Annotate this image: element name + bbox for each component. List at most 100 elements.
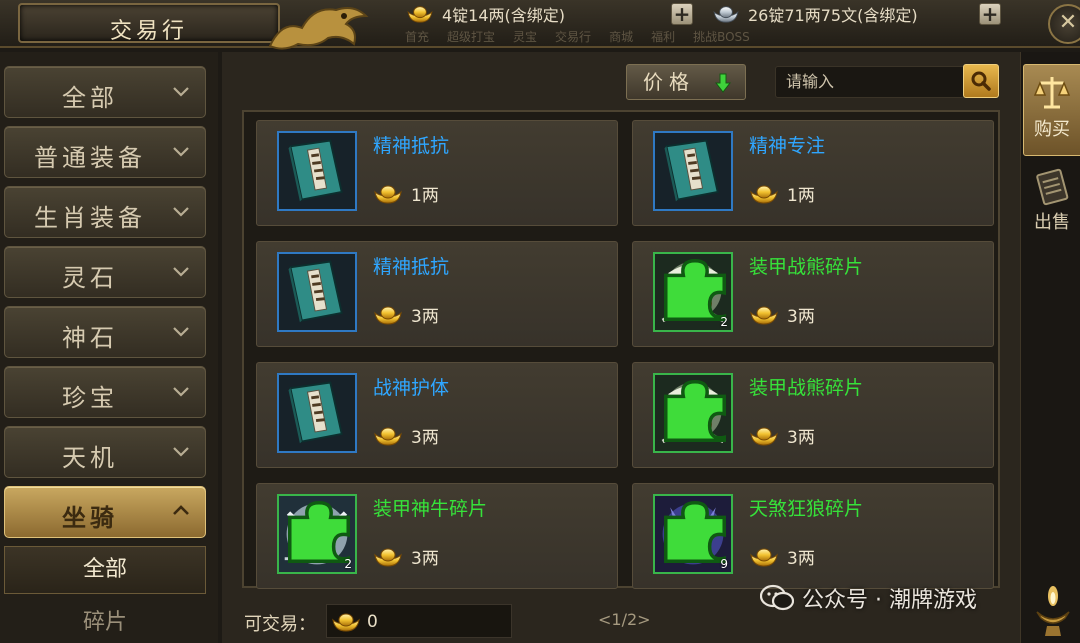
category-label: 坐骑 [62, 504, 118, 532]
item-name: 精神抵抗 [373, 256, 450, 278]
chevron-down-icon [169, 379, 193, 403]
background-nav-item: 首充 [405, 30, 430, 44]
item-card[interactable]: 装甲战熊碎片 3两 [632, 362, 994, 468]
item-icon-frame [277, 252, 357, 332]
background-nav-item: 超级打宝 [447, 30, 496, 44]
gold-ingot-icon [749, 183, 779, 205]
book-icon [279, 133, 355, 209]
search-input[interactable]: 请输入 [775, 66, 965, 98]
item-card[interactable]: 2 装甲战熊碎片 3两 [632, 241, 994, 347]
item-card[interactable]: 精神抵抗 1两 [256, 120, 618, 226]
item-price-value: 1两 [411, 186, 439, 206]
item-price-value: 3两 [787, 549, 815, 569]
item-name: 装甲战熊碎片 [749, 256, 864, 278]
item-icon-frame [277, 373, 357, 453]
gold-ingot-icon [331, 611, 361, 633]
item-name: 装甲战熊碎片 [749, 377, 864, 399]
item-icon-frame: 2 [653, 252, 733, 332]
chevron-down-icon [169, 439, 193, 463]
item-card[interactable]: 战神护体 3两 [256, 362, 618, 468]
dragon-ornament-icon [268, 7, 369, 50]
subcategory-all[interactable]: 全部 [4, 546, 206, 594]
item-card[interactable]: 精神专注 1两 [632, 120, 994, 226]
gold-ingot-icon [373, 183, 403, 205]
subcategory-fragment[interactable]: 碎片 [4, 600, 206, 643]
book-icon [279, 375, 355, 451]
background-nav-item: 交易行 [555, 30, 592, 44]
category-divine-stone[interactable]: 神石 [4, 306, 206, 358]
silver-balance-text: 26锭71两75文(含绑定) [748, 6, 918, 25]
gold-ingot-icon [749, 425, 779, 447]
gold-balance: 4锭14两(含绑定) [406, 2, 565, 26]
top-bar: 交易行 4锭14两(含绑定) + 26锭71两75文(含绑定) + 首充 超级打… [0, 0, 1080, 50]
market-main: 价格 请输入 精神抵抗 1两 精神专注 1两 精神抵抗 3两 2 装甲战熊碎片 … [222, 52, 1020, 643]
title-plate: 交易行 [18, 3, 280, 44]
page-title: 交易行 [109, 19, 188, 44]
item-price: 3两 [749, 302, 815, 327]
add-gold-button[interactable]: + [671, 3, 693, 25]
item-count: 2 [720, 315, 728, 329]
book-icon [279, 254, 355, 330]
item-price: 3两 [749, 423, 815, 448]
close-button[interactable]: ✕ [1048, 4, 1080, 44]
category-all[interactable]: 全部 [4, 66, 206, 118]
category-normal-equipment[interactable]: 普通装备 [4, 126, 206, 178]
category-mount[interactable]: 坐骑 [4, 486, 206, 538]
scales-icon [1033, 77, 1071, 109]
gold-ingot-icon [406, 4, 434, 24]
item-price-value: 3两 [787, 428, 815, 448]
category-spirit-stone[interactable]: 灵石 [4, 246, 206, 298]
category-heavenly-secret[interactable]: 天机 [4, 426, 206, 478]
gold-ingot-icon [749, 304, 779, 326]
tradeable-box: 0 [326, 604, 512, 638]
item-price-value: 1两 [787, 186, 815, 206]
gold-ingot-icon [749, 546, 779, 568]
chevron-down-icon [169, 319, 193, 343]
item-card[interactable]: 2 装甲神牛碎片 3两 [256, 483, 618, 589]
wechat-icon [760, 584, 794, 611]
gold-ingot-icon [373, 546, 403, 568]
item-price: 3两 [373, 423, 439, 448]
background-nav-item: 灵宝 [513, 30, 538, 44]
item-price: 1两 [749, 181, 815, 206]
chevron-up-icon [169, 499, 193, 523]
add-silver-button[interactable]: + [979, 3, 1001, 25]
item-price-value: 3两 [411, 428, 439, 448]
gold-balance-text: 4锭14两(含绑定) [442, 6, 566, 25]
watermark: 公众号 · 潮牌游戏 [760, 582, 977, 614]
background-nav-item: 福利 [651, 30, 676, 44]
chevron-down-icon [169, 199, 193, 223]
item-card[interactable]: 精神抵抗 3两 [256, 241, 618, 347]
tab-buy[interactable]: 购买 [1023, 64, 1080, 156]
chevron-down-icon [169, 79, 193, 103]
background-nav-item: 挑战BOSS [693, 30, 750, 44]
item-icon-frame [653, 131, 733, 211]
item-count: 9 [720, 557, 728, 571]
tradeable-value: 0 [367, 612, 378, 632]
category-zodiac-equipment[interactable]: 生肖装备 [4, 186, 206, 238]
category-label: 神石 [62, 324, 118, 352]
sort-by-price-button[interactable]: 价格 [626, 64, 746, 100]
watermark-text: 公众号 · 潮牌游戏 [802, 588, 977, 613]
item-name: 战神护体 [373, 377, 450, 399]
search-button[interactable] [963, 64, 999, 98]
item-price: 1两 [373, 181, 439, 206]
item-price: 3两 [749, 544, 815, 569]
item-count: 2 [344, 557, 352, 571]
item-price: 3两 [373, 302, 439, 327]
item-name: 天煞狂狼碎片 [749, 498, 864, 520]
item-name: 精神抵抗 [373, 135, 450, 157]
category-label: 珍宝 [62, 384, 118, 412]
category-treasure[interactable]: 珍宝 [4, 366, 206, 418]
item-icon-frame: 2 [277, 494, 357, 574]
background-nav: 首充 超级打宝 灵宝 交易行 商城 福利 挑战BOSS [405, 28, 750, 45]
item-icon-frame: 9 [653, 494, 733, 574]
item-card[interactable]: 9 天煞狂狼碎片 3两 [632, 483, 994, 589]
item-price-value: 3两 [411, 307, 439, 327]
tab-sell[interactable]: 出售 [1023, 158, 1080, 250]
abacus-icon [1036, 168, 1069, 206]
chevron-down-icon [169, 139, 193, 163]
tradeable-label: 可交易： [244, 614, 316, 635]
item-name: 精神专注 [749, 135, 826, 157]
page-indicator[interactable]: <1/2> [598, 610, 651, 629]
